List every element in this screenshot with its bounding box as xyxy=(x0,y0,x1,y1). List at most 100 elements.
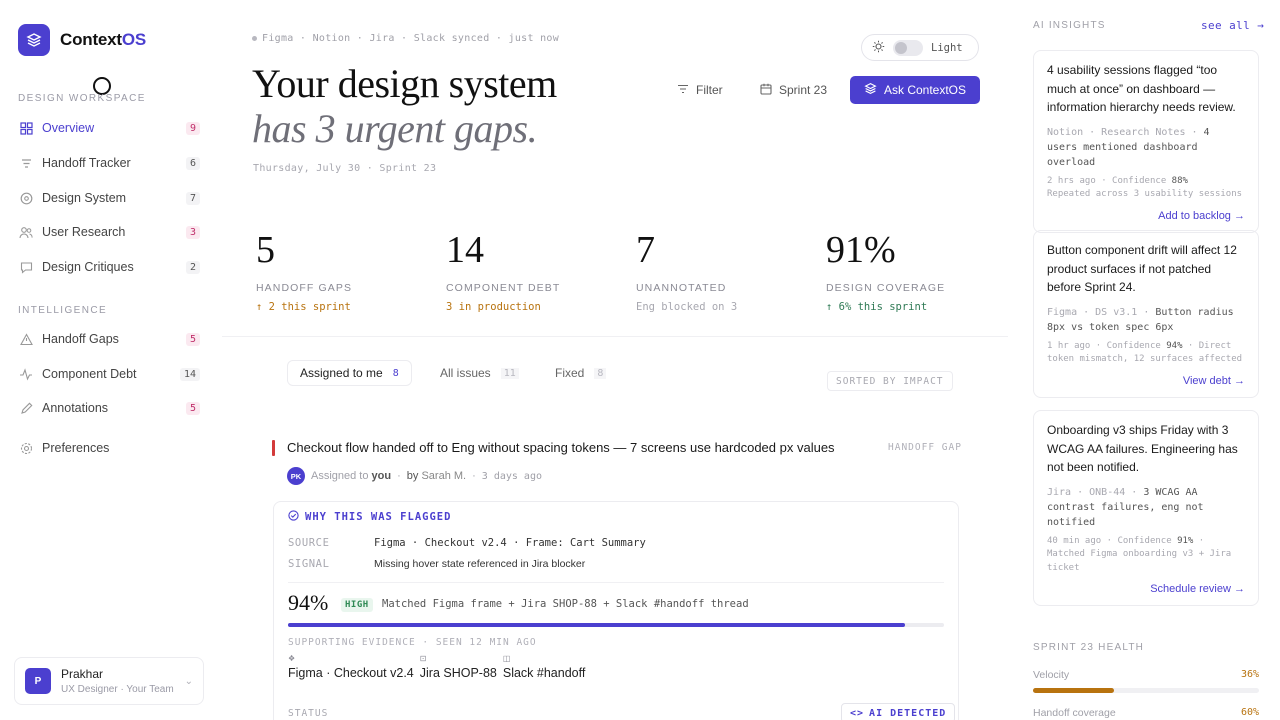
evidence-list: ❖ Figma · Checkout v2.4 ⊡ Jira SHOP-88 ◫ Sl… xyxy=(288,654,585,680)
stat-design-coverage[interactable]: 91% DESIGN COVERAGE ↑ 6% this sprint xyxy=(826,228,1006,313)
toggle-switch[interactable] xyxy=(893,39,923,56)
sidebar-item-label: Annotations xyxy=(42,401,109,415)
sidebar: ContextOS DESIGN WORKSPACE Overview 9 Ha… xyxy=(0,0,220,720)
confidence-badge: HIGH xyxy=(341,598,373,612)
issue-category-tag: HANDOFF GAP xyxy=(888,442,962,453)
stat-unannotated[interactable]: 7 UNANNOTATED Eng blocked on 3 xyxy=(636,228,816,313)
see-all-link[interactable]: see all → xyxy=(1201,19,1264,32)
sidebar-item-design-system[interactable]: Design System 7 xyxy=(18,186,200,210)
layers-logo-icon xyxy=(18,24,50,56)
sidebar-item-label: Design System xyxy=(42,191,127,205)
insight-card[interactable]: Onboarding v3 ships Friday with 3 WCAG A… xyxy=(1033,410,1259,606)
calendar-icon xyxy=(760,83,772,98)
stat-label: COMPONENT DEBT xyxy=(446,282,561,294)
sidebar-item-label: Handoff Tracker xyxy=(42,156,131,170)
insight-source: Jira · ONB-44 · 3 WCAG AA contrast failu… xyxy=(1047,486,1204,528)
insight-text: 4 usability sessions flagged “too much a… xyxy=(1047,63,1236,114)
tab-count: 8 xyxy=(392,367,399,379)
evidence-item[interactable]: ❖ Figma · Checkout v2.4 xyxy=(288,654,414,680)
sun-icon xyxy=(872,40,885,56)
sidebar-item-count: 6 xyxy=(185,156,200,170)
user-role: UX Designer · Your Team xyxy=(61,684,174,695)
sidebar-item-annotations[interactable]: Annotations 5 xyxy=(18,396,200,420)
sidebar-item-count: 5 xyxy=(185,401,200,415)
sidebar-item-label: Preferences xyxy=(42,441,110,455)
sidebar-item-handoff-gaps[interactable]: Handoff Gaps 5 xyxy=(18,327,200,351)
sidebar-item-overview[interactable]: Overview 9 xyxy=(18,116,200,140)
filter-button[interactable]: Filter xyxy=(665,76,735,104)
sprint-health-title: SPRINT 23 HEALTH xyxy=(1033,642,1145,653)
list-icon xyxy=(18,155,34,171)
user-name: Prakhar xyxy=(61,667,104,681)
gear-icon xyxy=(18,440,34,456)
theme-toggle[interactable]: Light xyxy=(861,34,979,61)
velocity-row: Velocity 36% xyxy=(1033,669,1259,681)
sidebar-item-preferences[interactable]: Preferences xyxy=(18,436,200,460)
stat-label: DESIGN COVERAGE xyxy=(826,282,946,294)
flag-header[interactable]: WHY THIS WAS FLAGGED xyxy=(288,510,451,524)
pencil-icon xyxy=(18,400,34,416)
brand[interactable]: ContextOS xyxy=(18,24,146,56)
stat-component-debt[interactable]: 14 COMPONENT DEBT 3 in production xyxy=(446,228,626,313)
tab-fixed[interactable]: Fixed 8 xyxy=(543,360,618,386)
insight-source: Figma · DS v3.1 · Button radius 8px vs t… xyxy=(1047,306,1234,333)
velocity-bar xyxy=(1033,688,1259,693)
confidence-description: Matched Figma frame + Jira SHOP-88 + Sla… xyxy=(382,598,749,610)
check-circle-icon xyxy=(288,510,299,524)
stat-value: 91% xyxy=(826,229,896,271)
app-name: ContextOS xyxy=(60,30,147,49)
tab-count: 11 xyxy=(500,367,519,379)
sidebar-item-user-research[interactable]: User Research 3 xyxy=(18,220,200,244)
insight-card[interactable]: 4 usability sessions flagged “too much a… xyxy=(1033,50,1259,233)
ask-contextos-button[interactable]: Ask ContextOS xyxy=(850,76,980,104)
pulse-icon xyxy=(18,366,34,382)
insight-text: Button component drift will affect 12 pr… xyxy=(1047,243,1237,294)
figma-icon: ❖ xyxy=(288,654,296,663)
tab-all-issues[interactable]: All issues 11 xyxy=(428,360,531,386)
evidence-item[interactable]: ◫ Slack #handoff xyxy=(503,654,585,680)
stat-trend: ↑ 2 this sprint xyxy=(256,301,351,313)
signal-row: SIGNAL Missing hover state referenced in… xyxy=(288,558,586,570)
sidebar-item-count: 2 xyxy=(185,260,200,274)
insight-meta: 40 min ago · Confidence 91% · Matched Fi… xyxy=(1047,535,1232,573)
slack-icon: ◫ xyxy=(502,654,511,663)
insight-text: Onboarding v3 ships Friday with 3 WCAG A… xyxy=(1047,423,1238,474)
stat-value: 7 xyxy=(636,229,655,271)
filter-icon xyxy=(677,83,689,98)
evidence-item[interactable]: ⊡ Jira SHOP-88 xyxy=(420,654,497,680)
insight-action-link[interactable]: Schedule review → xyxy=(1047,583,1245,595)
source-row: SOURCE Figma · Checkout v2.4 · Frame: Ca… xyxy=(288,537,646,549)
avatar: PK xyxy=(287,467,305,485)
insight-action-link[interactable]: Add to backlog → xyxy=(1047,210,1245,222)
status-label: STATUS xyxy=(288,708,329,719)
sidebar-item-design-critiques[interactable]: Design Critiques 2 xyxy=(18,255,200,279)
palette-icon xyxy=(18,190,34,206)
section-label-intelligence: INTELLIGENCE xyxy=(18,305,108,316)
sidebar-item-label: Overview xyxy=(42,121,95,135)
sync-status: Figma · Notion · Jira · Slack synced · j… xyxy=(252,33,559,44)
insight-source: Notion · Research Notes · 4 users mentio… xyxy=(1047,126,1210,168)
evidence-header: SUPPORTING EVIDENCE · SEEN 12 MIN AGO xyxy=(288,637,537,648)
tab-assigned-to-me[interactable]: Assigned to me 8 xyxy=(287,360,412,386)
dateline: Thursday, July 30 · Sprint 23 xyxy=(253,163,437,174)
insight-card[interactable]: Button component drift will affect 12 pr… xyxy=(1033,230,1259,398)
stat-value: 14 xyxy=(446,229,484,271)
code-icon: <> xyxy=(850,707,865,719)
sidebar-item-label: Design Critiques xyxy=(42,260,134,274)
user-card[interactable]: P Prakhar UX Designer · Your Team ⌄ xyxy=(14,657,204,705)
sidebar-item-count: 5 xyxy=(185,332,200,346)
stat-handoff-gaps[interactable]: 5 HANDOFF GAPS ↑ 2 this sprint xyxy=(256,228,436,313)
sort-indicator[interactable]: SORTED BY IMPACT xyxy=(827,371,953,391)
stat-trend: ↑ 6% this sprint xyxy=(826,301,928,313)
sidebar-item-count: 9 xyxy=(185,121,200,135)
velocity-bar-fill xyxy=(1033,688,1115,693)
stat-value: 5 xyxy=(256,229,275,271)
sprint-selector-button[interactable]: Sprint 23 xyxy=(748,76,840,104)
sidebar-item-component-debt[interactable]: Component Debt 14 xyxy=(18,362,200,386)
severity-indicator xyxy=(272,440,275,456)
issue-title[interactable]: Checkout flow handed off to Eng without … xyxy=(287,440,835,455)
insight-action-link[interactable]: View debt → xyxy=(1047,375,1245,387)
sidebar-item-handoff-tracker[interactable]: Handoff Tracker 6 xyxy=(18,151,200,175)
sidebar-item-label: Component Debt xyxy=(42,367,137,381)
layers-icon xyxy=(864,82,877,98)
